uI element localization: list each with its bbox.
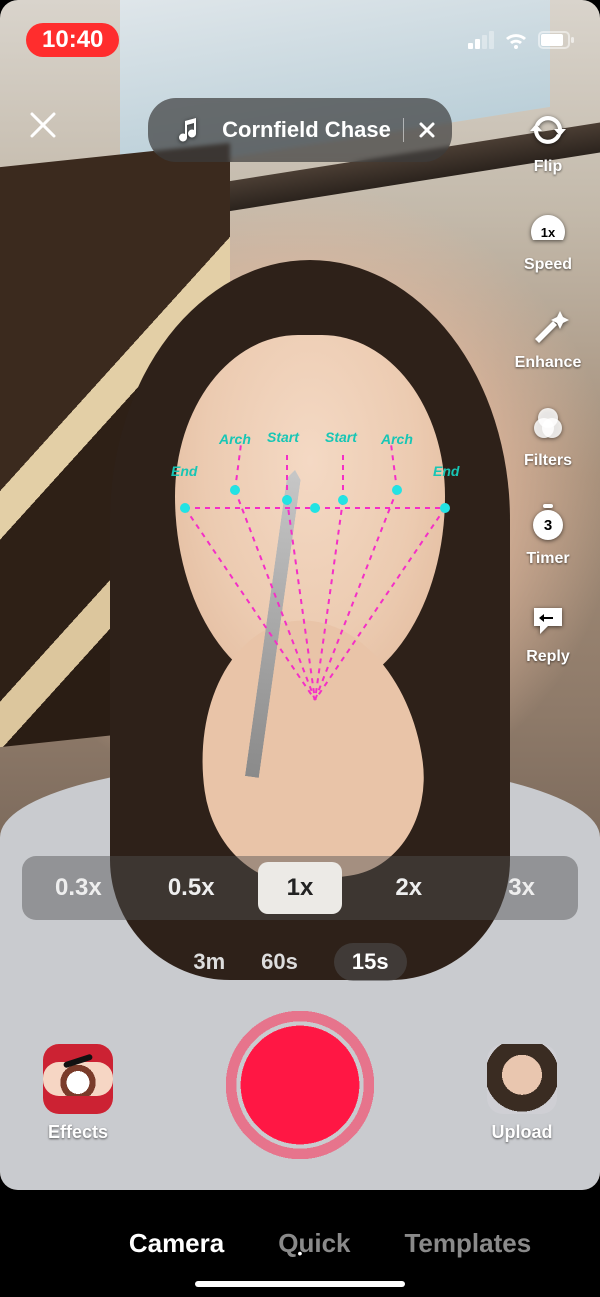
zoom-option-3x[interactable]: 3x	[476, 874, 568, 902]
upload-label: Upload	[472, 1122, 572, 1143]
duration-3m[interactable]: 3m	[193, 949, 225, 975]
duration-60s[interactable]: 60s	[261, 949, 298, 975]
camera-screen: End Arch Start Start Arch End 10:40	[0, 0, 600, 1297]
zoom-option-0.3x[interactable]: 0.3x	[32, 874, 124, 902]
speed-button[interactable]: 1x Speed	[524, 206, 572, 274]
reply-icon	[526, 598, 570, 642]
zoom-option-0.5x[interactable]: 0.5x	[145, 874, 237, 902]
magic-wand-icon	[526, 304, 570, 348]
zoom-option-1x[interactable]: 1x	[258, 862, 342, 914]
home-indicator[interactable]	[195, 1281, 405, 1287]
timer-button[interactable]: 3 Timer	[526, 500, 570, 568]
zoom-option-2x[interactable]: 2x	[363, 874, 455, 902]
sound-pill[interactable]: Cornfield Chase	[148, 98, 452, 162]
record-button-inner	[241, 1026, 359, 1144]
wifi-icon	[502, 29, 530, 51]
flip-label: Flip	[534, 158, 562, 176]
stopwatch-icon: 3	[526, 500, 570, 544]
capture-controls: Effects Upload	[0, 1010, 600, 1180]
svg-text:1x: 1x	[541, 225, 556, 240]
enhance-button[interactable]: Enhance	[515, 304, 582, 372]
camera-viewport: End Arch Start Start Arch End 10:40	[0, 0, 600, 1190]
effects-thumbnail	[43, 1044, 113, 1114]
timer-label: Timer	[526, 550, 569, 568]
filters-label: Filters	[524, 452, 572, 470]
close-button[interactable]	[26, 108, 66, 148]
effects-label: Effects	[28, 1122, 128, 1143]
remove-sound-button[interactable]	[416, 119, 438, 141]
battery-icon	[538, 31, 574, 49]
upload-button[interactable]: Upload	[472, 1044, 572, 1143]
status-time-recording: 10:40	[26, 23, 119, 57]
divider	[403, 118, 404, 142]
record-button[interactable]	[225, 1010, 375, 1160]
svg-text:3: 3	[544, 517, 552, 534]
flip-button[interactable]: Flip	[526, 108, 570, 176]
sound-title: Cornfield Chase	[222, 117, 391, 143]
reply-button[interactable]: Reply	[526, 598, 570, 666]
zoom-selector[interactable]: 0.3x 0.5x 1x 2x 3x	[22, 856, 578, 920]
flip-icon	[526, 108, 570, 152]
cellular-icon	[468, 31, 494, 49]
speed-label: Speed	[524, 256, 572, 274]
filters-button[interactable]: Filters	[524, 402, 572, 470]
right-toolbar: Flip 1x Speed Enhance Filters	[506, 108, 590, 666]
effects-button[interactable]: Effects	[28, 1044, 128, 1143]
upload-thumbnail	[487, 1044, 557, 1114]
tab-pager-dots: •	[0, 1245, 600, 1261]
status-bar: 10:40	[0, 18, 600, 62]
music-note-icon	[166, 108, 210, 152]
speedometer-icon: 1x	[526, 206, 570, 250]
duration-15s[interactable]: 15s	[334, 943, 407, 981]
enhance-label: Enhance	[515, 354, 582, 372]
duration-selector[interactable]: 3m 60s 15s	[0, 938, 600, 986]
filters-icon	[526, 402, 570, 446]
reply-label: Reply	[526, 648, 570, 666]
